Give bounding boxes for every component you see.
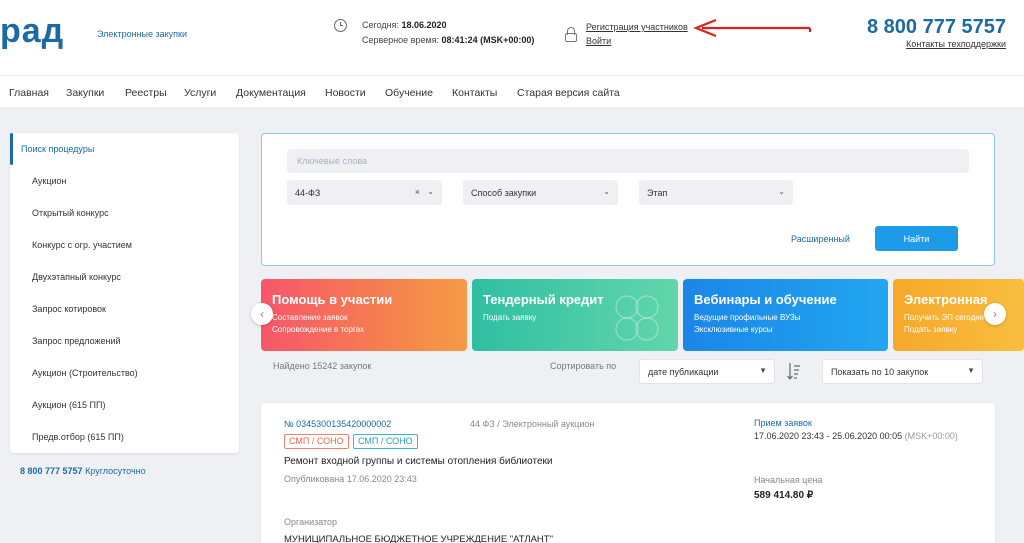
law-select[interactable]: 44-ФЗ × ⌄ <box>287 180 442 205</box>
chevron-down-icon: ⌄ <box>778 187 785 196</box>
page-size-select[interactable]: Показать по 10 закупок ▼ <box>822 359 983 384</box>
sidebar-item-preselection-615[interactable]: Предв.отбор (615 ПП) <box>32 432 124 442</box>
smp-badge-secondary: СМП / СОНО <box>353 434 418 449</box>
initial-price-label: Начальная цена <box>754 475 823 485</box>
nav-item-home[interactable]: Главная <box>9 87 49 99</box>
header: рад Электронные закупки Сегодня: 18.06.2… <box>0 0 1024 75</box>
organizer-name: МУНИЦИПАЛЬНОЕ БЮДЖЕТНОЕ УЧРЕЖДЕНИЕ "АТЛА… <box>284 534 553 543</box>
logo-subtitle: Электронные закупки <box>97 29 188 39</box>
server-time: Серверное время: 08:41:24 (MSK+00:00) <box>362 35 535 45</box>
sidebar-active-indicator <box>10 133 13 165</box>
sort-order-icon[interactable] <box>787 362 801 380</box>
results-count: Найдено 15242 закупок <box>273 361 372 371</box>
today-date: Сегодня: 18.06.2020 <box>362 20 447 30</box>
nav-item-old-site[interactable]: Старая версия сайта <box>517 87 620 99</box>
sidebar-item-auction-615[interactable]: Аукцион (615 ПП) <box>32 400 105 410</box>
sort-label: Сортировать по <box>550 361 617 371</box>
phone-number[interactable]: 8 800 777 5757 <box>867 16 1006 39</box>
lock-icon <box>565 27 577 42</box>
clock-icon <box>334 19 347 32</box>
login-link[interactable]: Войти <box>586 36 611 46</box>
applications-dates: 17.06.2020 23:43 - 25.06.2020 00:05 (MSK… <box>754 431 958 441</box>
caret-down-icon: ▼ <box>759 366 767 375</box>
support-contacts-link[interactable]: Контакты техподдержки <box>906 39 1006 49</box>
clear-icon[interactable]: × <box>415 187 420 197</box>
caret-down-icon: ▼ <box>967 366 975 375</box>
nav-item-services[interactable]: Услуги <box>184 87 216 99</box>
sidebar-item-auction[interactable]: Аукцион <box>32 176 67 186</box>
purchase-number-link[interactable]: № 0345300135420000002 <box>284 419 391 429</box>
banner-participation-help[interactable]: Помощь в участии Составление заявок Сопр… <box>261 279 467 351</box>
purchase-method-select[interactable]: Способ закупки ⌄ <box>463 180 618 205</box>
banner-tender-credit[interactable]: Тендерный кредит Подать заявку <box>472 279 678 351</box>
nav-item-documentation[interactable]: Документация <box>236 87 306 99</box>
sidebar-item-open-contest[interactable]: Открытый конкурс <box>32 208 109 218</box>
sort-select[interactable]: дате публикации ▼ <box>639 359 775 384</box>
banner-webinars[interactable]: Вебинары и обучение Ведущие профильные В… <box>683 279 888 351</box>
sidebar-item-proposal-request[interactable]: Запрос предложений <box>32 336 121 346</box>
applications-label: Прием заявок <box>754 418 812 428</box>
nav-item-registries[interactable]: Реестры <box>125 87 167 99</box>
purchase-card: № 0345300135420000002 44 ФЗ / Электронны… <box>261 403 995 543</box>
organizer-label: Организатор <box>284 517 338 527</box>
search-panel: 44-ФЗ × ⌄ Способ закупки ⌄ Этап ⌄ Расшир… <box>261 133 995 266</box>
sidebar: Поиск процедуры Аукцион Открытый конкурс… <box>10 133 239 453</box>
coins-icon <box>615 295 659 341</box>
smp-badge: СМП / СОНО <box>284 434 349 449</box>
initial-price: 589 414.80 ₽ <box>754 490 814 501</box>
published-date: Опубликована 17.06.2020 23:43 <box>284 474 417 484</box>
nav-item-training[interactable]: Обучение <box>385 87 433 99</box>
purchase-type: 44 ФЗ / Электронный аукцион <box>470 419 595 429</box>
stage-select[interactable]: Этап ⌄ <box>639 180 793 205</box>
advanced-search-link[interactable]: Расширенный <box>791 234 850 244</box>
carousel-next-icon[interactable]: › <box>984 303 1006 325</box>
sidebar-item-auction-construction[interactable]: Аукцион (Строительство) <box>32 368 138 378</box>
sidebar-item-limited-contest[interactable]: Конкурс с огр. участием <box>32 240 132 250</box>
purchase-title[interactable]: Ремонт входной группы и системы отоплени… <box>284 456 552 467</box>
sidebar-item-two-stage-contest[interactable]: Двухэтапный конкурс <box>32 272 121 282</box>
register-link[interactable]: Регистрация участников <box>586 22 688 32</box>
keywords-input[interactable] <box>287 149 969 173</box>
find-button[interactable]: Найти <box>875 226 958 251</box>
main-nav: Главная Закупки Реестры Услуги Документа… <box>0 75 1024 107</box>
chevron-down-icon: ⌄ <box>603 187 610 196</box>
annotation-arrow <box>693 18 812 38</box>
carousel-prev-icon[interactable]: ‹ <box>251 303 273 325</box>
nav-item-contacts[interactable]: Контакты <box>452 87 497 99</box>
logo[interactable]: рад <box>0 12 64 51</box>
nav-item-news[interactable]: Новости <box>325 87 366 99</box>
chevron-down-icon: ⌄ <box>427 187 434 196</box>
nav-item-purchases[interactable]: Закупки <box>66 87 104 99</box>
sidebar-phone[interactable]: 8 800 777 5757 Круглосуточно <box>20 466 146 476</box>
sidebar-item-quotation-request[interactable]: Запрос котировок <box>32 304 106 314</box>
sidebar-item-search[interactable]: Поиск процедуры <box>21 144 94 154</box>
